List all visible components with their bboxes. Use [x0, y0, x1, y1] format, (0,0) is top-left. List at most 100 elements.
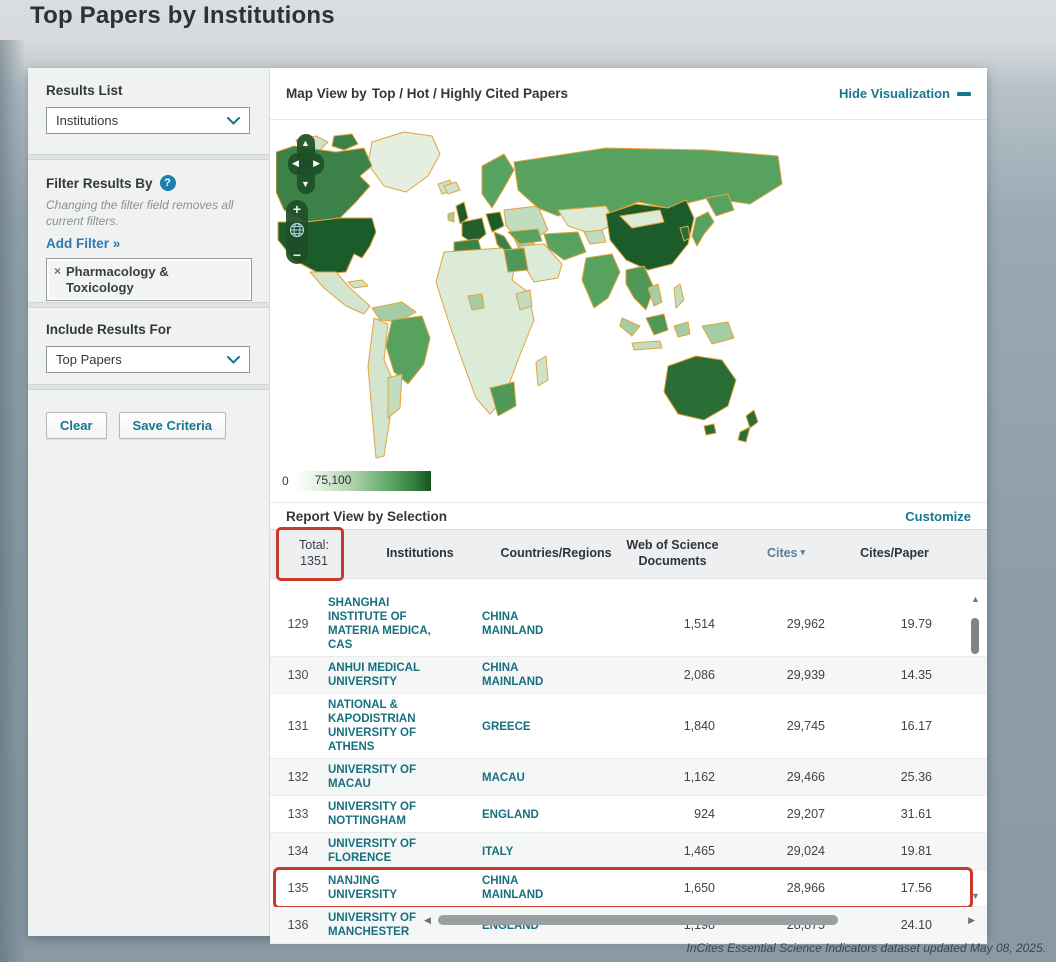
- content-card: Results List Institutions Filter Results…: [28, 68, 987, 945]
- cites-cell: 29,466: [786, 770, 825, 785]
- rank-cell: 131: [287, 719, 309, 734]
- world-map[interactable]: ▲ ▼ ◀ ▶ + − 0 75,100: [270, 120, 987, 502]
- results-list-label: Results List: [46, 83, 123, 98]
- cites-per-paper-cell: 25.36: [900, 770, 932, 785]
- rank-cell: 135: [287, 881, 309, 896]
- institution-link[interactable]: UNIVERSITY OF NOTTINGHAM: [326, 800, 482, 828]
- help-icon[interactable]: ?: [159, 175, 176, 191]
- map-pan-control[interactable]: ▲ ▼ ◀ ▶: [288, 134, 324, 194]
- country-cell: CHINA MAINLAND: [482, 875, 544, 902]
- scroll-right-icon[interactable]: ▶: [968, 915, 975, 926]
- chevron-down-icon: [227, 116, 240, 125]
- rank-cell: 133: [287, 807, 309, 822]
- cites-per-paper-cell: 19.79: [900, 617, 932, 632]
- pan-right-icon[interactable]: ▶: [313, 159, 320, 168]
- horizontal-scroll-thumb[interactable]: [437, 915, 838, 925]
- zoom-out-button[interactable]: −: [293, 248, 301, 262]
- cites-per-paper-cell: 16.17: [900, 719, 932, 734]
- save-criteria-button[interactable]: Save Criteria: [118, 412, 227, 439]
- column-header-cites[interactable]: Cites ▾: [731, 546, 841, 562]
- cites-cell: 29,962: [786, 617, 825, 632]
- sort-down-icon: ▾: [800, 547, 806, 558]
- table-row: 135 NANJING UNIVERSITY CHINA MAINLAND 1,…: [270, 867, 987, 910]
- legend-min: 0: [282, 474, 289, 488]
- table-row: 129 SHANGHAI INSTITUTE OF MATERIA MEDICA…: [270, 592, 987, 658]
- scroll-down-icon[interactable]: ▼: [971, 891, 980, 901]
- wos-documents-cell: 924: [694, 807, 715, 822]
- wos-documents-cell: 1,514: [683, 617, 715, 632]
- rank-cell: 134: [287, 844, 309, 859]
- total-count: Total: 1351: [276, 527, 344, 581]
- institution-link[interactable]: NANJING UNIVERSITY: [326, 874, 482, 902]
- column-header-wos-documents[interactable]: Web of Science Documents: [614, 538, 731, 569]
- globe-icon[interactable]: [289, 222, 305, 243]
- column-header-countries[interactable]: Countries/Regions: [498, 546, 614, 562]
- horizontal-scrollbar[interactable]: ◀ ▶: [270, 913, 987, 927]
- legend-gradient: 75,100: [292, 471, 431, 491]
- sidebar: Results List Institutions Filter Results…: [28, 68, 270, 936]
- table-row: 130 ANHUI MEDICAL UNIVERSITY CHINA MAINL…: [270, 657, 987, 695]
- page-title: Top Papers by Institutions: [30, 2, 335, 29]
- table-row: 133 UNIVERSITY OF NOTTINGHAM ENGLAND 924…: [270, 796, 987, 834]
- institution-link[interactable]: UNIVERSITY OF MACAU: [326, 763, 482, 791]
- legend-max: 75,100: [314, 473, 352, 487]
- institution-link[interactable]: NATIONAL & KAPODISTRIAN UNIVERSITY OF AT…: [326, 698, 482, 754]
- results-list-select[interactable]: Institutions: [46, 107, 250, 134]
- chevron-down-icon: [227, 355, 240, 364]
- institution-link[interactable]: UNIVERSITY OF FLORENCE: [326, 837, 482, 865]
- filter-tag-label: Pharmacology & Toxicology: [66, 264, 169, 295]
- rank-cell: 132: [287, 770, 309, 785]
- zoom-in-button[interactable]: +: [293, 202, 301, 216]
- cites-cell: 29,939: [786, 668, 825, 683]
- country-cell: GREECE: [482, 720, 531, 733]
- column-header-cites-per-paper[interactable]: Cites/Paper: [841, 546, 948, 562]
- include-results-value: Top Papers: [56, 352, 122, 367]
- pan-down-icon[interactable]: ▼: [301, 180, 310, 189]
- include-results-label: Include Results For: [46, 322, 172, 337]
- filter-results-label: Filter Results By: [46, 175, 153, 191]
- customize-link[interactable]: Customize: [905, 509, 971, 524]
- hide-visualization-link[interactable]: Hide Visualization: [839, 86, 971, 101]
- minus-icon: [957, 91, 971, 96]
- wos-documents-cell: 1,650: [683, 881, 715, 896]
- cites-cell: 28,966: [786, 881, 825, 896]
- cites-per-paper-cell: 19.81: [900, 844, 932, 859]
- include-results-select[interactable]: Top Papers: [46, 346, 250, 373]
- country-cell: ENGLAND: [482, 808, 539, 821]
- pan-up-icon[interactable]: ▲: [301, 139, 310, 148]
- map-legend: 0 75,100: [282, 471, 431, 491]
- table-row: 131 NATIONAL & KAPODISTRIAN UNIVERSITY O…: [270, 694, 987, 760]
- cites-per-paper-cell: 31.61: [900, 807, 932, 822]
- wos-documents-cell: 2,086: [683, 668, 715, 683]
- filter-tag: × Pharmacology & Toxicology: [46, 258, 252, 302]
- table-row: 132 UNIVERSITY OF MACAU MACAU 1,162 29,4…: [270, 759, 987, 797]
- cites-cell: 29,207: [786, 807, 825, 822]
- institution-link[interactable]: ANHUI MEDICAL UNIVERSITY: [326, 661, 482, 689]
- dataset-update-note: InCites Essential Science Indicators dat…: [686, 941, 1046, 955]
- add-filter-link[interactable]: Add Filter »: [46, 236, 120, 251]
- map-zoom-control: + −: [286, 200, 308, 264]
- cites-per-paper-cell: 14.35: [900, 668, 932, 683]
- scroll-up-icon[interactable]: ▲: [971, 594, 980, 604]
- country-cell: CHINA MAINLAND: [482, 662, 544, 689]
- cites-cell: 29,745: [786, 719, 825, 734]
- main-panel: Map View by Top / Hot / Highly Cited Pape…: [270, 68, 987, 945]
- table-header: Total: 1351 Institutions Countries/Regio…: [270, 527, 987, 581]
- column-header-institutions[interactable]: Institutions: [342, 546, 498, 562]
- rank-cell: 130: [287, 668, 309, 683]
- clear-button[interactable]: Clear: [46, 412, 107, 439]
- vertical-scrollbar[interactable]: ▲ ▼: [969, 592, 982, 913]
- cites-per-paper-cell: 17.56: [900, 881, 932, 896]
- table-body: 129 SHANGHAI INSTITUTE OF MATERIA MEDICA…: [270, 592, 987, 945]
- map-view-title: Map View by Top / Hot / Highly Cited Pape…: [286, 86, 569, 101]
- pan-left-icon[interactable]: ◀: [292, 159, 299, 168]
- report-view-title: Report View by Selection: [286, 508, 448, 524]
- wos-documents-cell: 1,840: [683, 719, 715, 734]
- remove-filter-icon[interactable]: ×: [54, 264, 61, 295]
- scroll-left-icon[interactable]: ◀: [424, 915, 431, 926]
- institution-link[interactable]: SHANGHAI INSTITUTE OF MATERIA MEDICA, CA…: [326, 596, 482, 652]
- vertical-scroll-thumb[interactable]: [971, 618, 979, 654]
- results-list-value: Institutions: [56, 113, 119, 128]
- choropleth-map: [276, 131, 783, 459]
- table-row: 134 UNIVERSITY OF FLORENCE ITALY 1,465 2…: [270, 833, 987, 871]
